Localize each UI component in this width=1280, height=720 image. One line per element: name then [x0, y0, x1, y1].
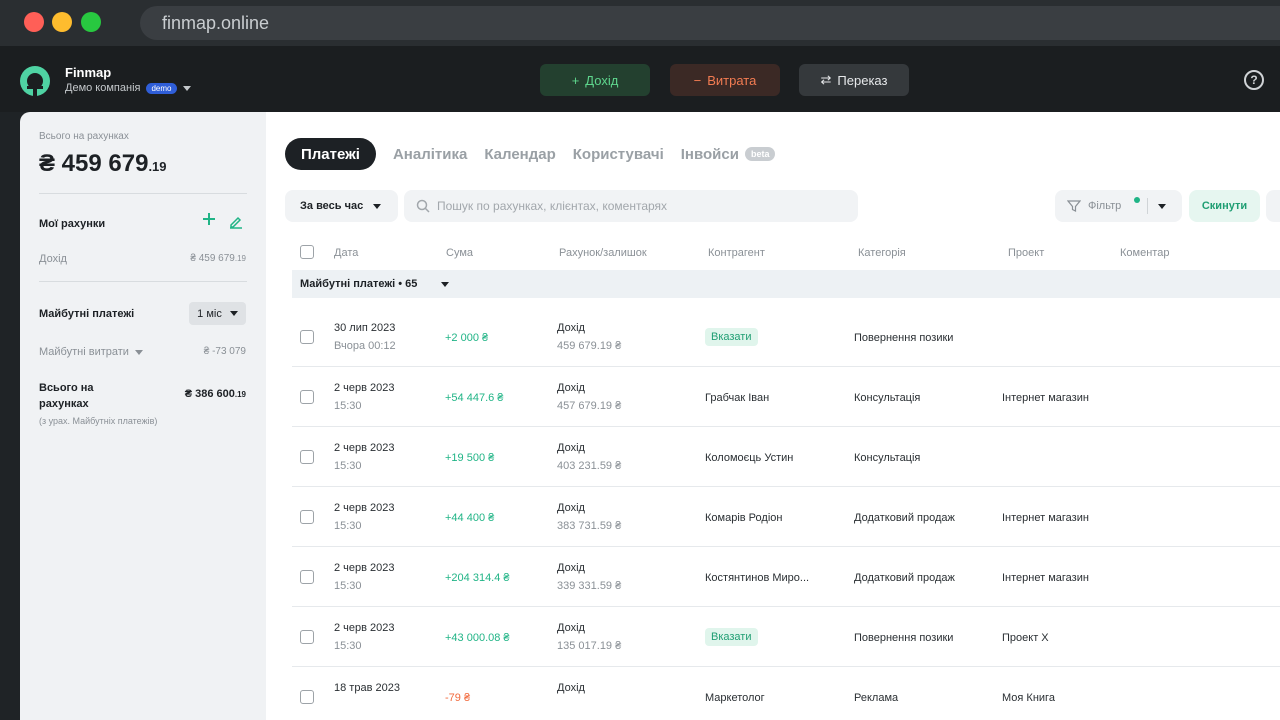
filter-icon	[1067, 200, 1081, 212]
specify-counterparty-badge[interactable]: Вказати	[705, 328, 758, 346]
period-filter-select[interactable]: За весь час	[285, 190, 398, 222]
total-balance-label: Всього на рахунках	[39, 131, 129, 142]
chevron-down-icon	[182, 85, 191, 91]
col-date[interactable]: Дата	[334, 247, 358, 259]
col-account[interactable]: Рахунок/залишок	[559, 247, 647, 259]
transfer-icon: ⇄	[820, 72, 832, 87]
tab-analytics[interactable]: Аналітика	[393, 146, 467, 163]
app-header: Finmap Демо компанія demo + Дохід − Витр…	[0, 46, 1280, 112]
minimize-window-button[interactable]	[52, 12, 72, 32]
table-row[interactable]: 2 черв 2023 15:30 +19 500 ₴ Дохід 403 23…	[292, 427, 1280, 487]
add-account-icon[interactable]	[202, 212, 216, 226]
table-row[interactable]: 30 лип 2023 Вчора 00:12 +2 000 ₴ Дохід 4…	[292, 307, 1280, 367]
table-row[interactable]: 2 черв 2023 15:30 +54 447.6 ₴ Дохід 457 …	[292, 367, 1280, 427]
row-checkbox[interactable]	[300, 510, 314, 524]
col-amount[interactable]: Сума	[446, 247, 473, 259]
url-text: finmap.online	[162, 13, 270, 33]
tab-calendar[interactable]: Календар	[484, 146, 555, 163]
chevron-down-icon	[441, 282, 449, 287]
period-select[interactable]: 1 міс	[189, 302, 246, 325]
add-income-button[interactable]: + Дохід	[540, 64, 650, 96]
col-category[interactable]: Категорія	[858, 247, 906, 259]
chevron-down-icon	[134, 349, 143, 355]
divider	[1147, 198, 1148, 214]
search-box	[404, 190, 858, 222]
row-checkbox[interactable]	[300, 450, 314, 464]
more-options-button[interactable]	[1266, 190, 1280, 222]
brand-name: Finmap	[65, 65, 112, 80]
browser-chrome: finmap.online	[0, 0, 1280, 46]
account-name[interactable]: Дохід	[39, 253, 67, 265]
tabs: Платежі Аналітика Календар Користувачі І…	[285, 138, 776, 170]
total-with-future-value: ₴ 386 600.19	[184, 388, 246, 400]
future-expenses-value: ₴ -73 079	[203, 346, 246, 357]
add-expense-button[interactable]: − Витрата	[670, 64, 780, 96]
table-row[interactable]: 18 трав 2023 -79 ₴ Дохід Маркетолог Рекл…	[292, 667, 1280, 720]
table-row[interactable]: 2 черв 2023 15:30 +43 000.08 ₴ Дохід 135…	[292, 607, 1280, 667]
filter-button[interactable]: Фільтр	[1055, 190, 1182, 222]
row-checkbox[interactable]	[300, 630, 314, 644]
edit-accounts-icon[interactable]	[229, 215, 243, 229]
row-checkbox[interactable]	[300, 690, 314, 704]
total-with-future-label: Всього на рахунках	[39, 382, 94, 410]
select-all-checkbox[interactable]	[300, 245, 314, 259]
finmap-logo-icon	[20, 66, 50, 97]
plus-icon: +	[571, 72, 580, 88]
chevron-down-icon	[229, 311, 238, 316]
add-transfer-button[interactable]: ⇄ Переказ	[799, 64, 909, 96]
tab-users[interactable]: Користувачі	[573, 146, 664, 163]
tab-invoices[interactable]: Інвойси beta	[681, 146, 776, 163]
active-filter-dot	[1134, 197, 1140, 203]
beta-badge: beta	[744, 147, 776, 161]
search-icon	[416, 199, 430, 213]
row-checkbox[interactable]	[300, 330, 314, 344]
account-balance: ₴ 459 679.19	[190, 253, 246, 264]
sidebar: Всього на рахунках ₴ 459 679.19 Мої раху…	[20, 112, 266, 720]
total-balance: ₴ 459 679.19	[39, 150, 167, 177]
maximize-window-button[interactable]	[81, 12, 101, 32]
col-project[interactable]: Проект	[1008, 247, 1044, 259]
close-window-button[interactable]	[24, 12, 44, 32]
help-icon[interactable]: ?	[1244, 70, 1264, 90]
col-counterparty[interactable]: Контрагент	[708, 247, 765, 259]
col-comment[interactable]: Коментар	[1120, 247, 1169, 259]
table-row[interactable]: 2 черв 2023 15:30 +204 314.4 ₴ Дохід 339…	[292, 547, 1280, 607]
divider	[39, 193, 247, 194]
chevron-down-icon	[373, 203, 382, 209]
future-payments-title: Майбутні платежі	[39, 308, 135, 320]
minus-icon: −	[693, 72, 702, 88]
company-selector[interactable]: Демо компанія demo	[65, 82, 191, 94]
row-checkbox[interactable]	[300, 390, 314, 404]
specify-counterparty-badge[interactable]: Вказати	[705, 628, 758, 646]
search-input[interactable]	[437, 199, 837, 213]
address-bar[interactable]: finmap.online	[140, 6, 1280, 40]
table-header: Дата Сума Рахунок/залишок Контрагент Кат…	[292, 242, 1280, 264]
row-checkbox[interactable]	[300, 570, 314, 584]
my-accounts-title: Мої рахунки	[39, 218, 106, 230]
future-payments-group[interactable]: Майбутні платежі • 65	[292, 270, 1280, 298]
company-name: Демо компанія	[65, 82, 141, 94]
reset-filters-button[interactable]: Скинути	[1189, 190, 1260, 222]
total-with-future-note: (з урах. Майбутніх платежів)	[39, 416, 158, 426]
main-content: Платежі Аналітика Календар Користувачі І…	[266, 112, 1280, 720]
table-row[interactable]: 2 черв 2023 15:30 +44 400 ₴ Дохід 383 73…	[292, 487, 1280, 547]
tab-payments[interactable]: Платежі	[285, 138, 376, 170]
demo-badge: demo	[146, 82, 177, 94]
chevron-down-icon[interactable]	[1158, 204, 1166, 209]
divider	[39, 281, 247, 282]
future-expenses-toggle[interactable]: Майбутні витрати	[39, 346, 143, 358]
